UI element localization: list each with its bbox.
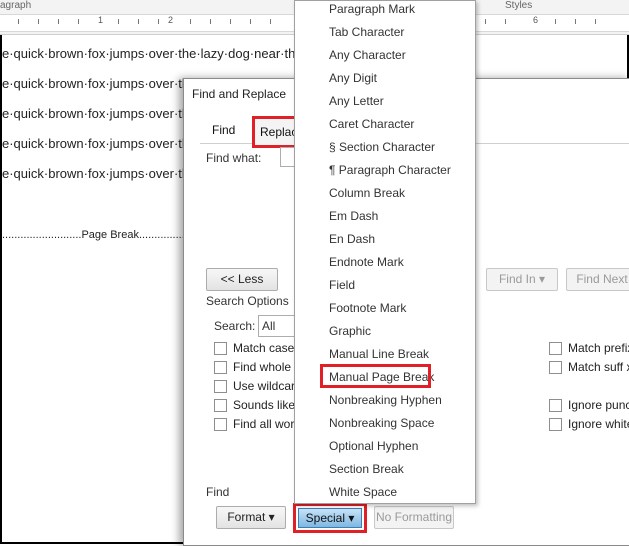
menu-item-nonbreaking-hyphen[interactable]: Nonbreaking Hyphen xyxy=(329,393,442,407)
ruler-tick xyxy=(158,19,159,24)
option-label: Match prefix xyxy=(568,341,629,355)
document-line: e·quick·brown·fox·jumps·over·th xyxy=(2,76,190,91)
search-direction-label: Search: xyxy=(214,319,256,333)
ruler-tick xyxy=(505,19,506,24)
option-ignore-whitespace[interactable]: Ignore white xyxy=(549,417,629,432)
menu-item-any-digit[interactable]: Any Digit xyxy=(329,71,377,85)
checkbox[interactable] xyxy=(214,361,227,375)
ruler-tick xyxy=(250,19,251,24)
option-sounds-like[interactable]: Sounds like ( xyxy=(214,398,303,413)
menu-item-en-dash[interactable]: En Dash xyxy=(329,232,375,246)
document-line: e·quick·brown·fox·jumps·over·th xyxy=(2,136,190,151)
option-ignore-punctuation[interactable]: Ignore punc xyxy=(549,398,629,413)
option-label: Ignore punc xyxy=(568,398,629,412)
option-match-case[interactable]: Match case xyxy=(214,341,295,356)
option-find-whole-words[interactable]: Find whole v xyxy=(214,360,301,375)
option-find-all-word-forms[interactable]: Find all word xyxy=(214,417,302,432)
no-formatting-button[interactable]: No Formatting xyxy=(374,506,454,529)
ruler-number: 2 xyxy=(168,15,174,25)
find-in-button[interactable]: Find In ▾ xyxy=(486,268,558,291)
ruler-tick xyxy=(270,19,271,24)
ruler-tick xyxy=(595,19,596,24)
search-options-label: Search Options xyxy=(206,294,289,308)
ruler-tick xyxy=(118,19,119,24)
menu-item-paragraph-mark[interactable]: Paragraph Mark xyxy=(329,2,415,16)
ruler-tick xyxy=(78,19,79,24)
menu-item-paragraph-character[interactable]: ¶ Paragraph Character xyxy=(329,163,451,177)
ribbon-group-paragraph-label: agraph xyxy=(0,0,32,11)
search-direction-select[interactable]: All xyxy=(258,315,299,337)
menu-item-footnote-mark[interactable]: Footnote Mark xyxy=(329,301,406,315)
option-match-suffix[interactable]: Match suff x xyxy=(549,360,629,375)
checkbox[interactable] xyxy=(549,342,562,356)
ruler-tick xyxy=(38,19,39,24)
option-match-prefix[interactable]: Match prefix xyxy=(549,341,629,356)
ruler-tick xyxy=(18,19,19,24)
checkbox[interactable] xyxy=(549,399,562,413)
find-next-button[interactable]: Find Next xyxy=(566,268,629,291)
option-label: Ignore white xyxy=(568,417,629,431)
option-label: Sounds like ( xyxy=(233,398,303,412)
menu-item-nonbreaking-space[interactable]: Nonbreaking Space xyxy=(329,416,434,430)
find-what-label: Find what: xyxy=(206,151,262,165)
menu-item-any-character[interactable]: Any Character xyxy=(329,48,406,62)
menu-item-column-break[interactable]: Column Break xyxy=(329,186,405,200)
ruler-tick xyxy=(58,19,59,24)
menu-item-any-letter[interactable]: Any Letter xyxy=(329,94,384,108)
ruler-tick xyxy=(210,19,211,24)
tab-find[interactable]: Find xyxy=(212,123,235,137)
ruler-tick xyxy=(230,19,231,24)
ruler-tick xyxy=(575,19,576,24)
menu-item-caret-character[interactable]: Caret Character xyxy=(329,117,414,131)
option-label: Match suff x xyxy=(568,360,629,374)
option-use-wildcards[interactable]: Use wildcard xyxy=(214,379,302,394)
document-line: e·quick·brown·fox·jumps·over·th xyxy=(2,106,190,121)
checkbox[interactable] xyxy=(549,361,562,375)
option-label: Find whole v xyxy=(233,360,301,374)
document-line: e·quick·brown·fox·jumps·over·the·lazy·do… xyxy=(2,46,303,61)
ruler-tick xyxy=(555,19,556,24)
checkbox[interactable] xyxy=(214,342,227,356)
option-label: Match case xyxy=(233,341,295,355)
ruler-number: 6 xyxy=(533,15,539,25)
ruler-number: 1 xyxy=(98,15,104,25)
manual-page-break-highlight xyxy=(320,364,431,388)
menu-item-section-break[interactable]: Section Break xyxy=(329,462,404,476)
ruler-tick xyxy=(190,19,191,24)
less-button[interactable]: << Less xyxy=(206,268,278,291)
special-button-highlight: Special ▾ xyxy=(293,503,367,533)
menu-item-em-dash[interactable]: Em Dash xyxy=(329,209,378,223)
format-button[interactable]: Format ▾ xyxy=(216,506,286,529)
ruler-tick xyxy=(485,19,486,24)
ruler-tick xyxy=(138,19,139,24)
menu-item-section-character[interactable]: § Section Character xyxy=(329,140,435,154)
dialog-title: Find and Replace xyxy=(192,87,287,101)
menu-item-graphic[interactable]: Graphic xyxy=(329,324,371,338)
menu-item-white-space[interactable]: White Space xyxy=(329,485,397,499)
checkbox[interactable] xyxy=(214,418,227,432)
option-label: Find all word xyxy=(233,417,302,431)
checkbox[interactable] xyxy=(214,399,227,413)
menu-item-field[interactable]: Field xyxy=(329,278,355,292)
checkbox[interactable] xyxy=(549,418,562,432)
special-button[interactable]: Special ▾ xyxy=(298,508,362,528)
option-label: Use wildcard xyxy=(233,379,302,393)
menu-item-optional-hyphen[interactable]: Optional Hyphen xyxy=(329,439,418,453)
checkbox[interactable] xyxy=(214,380,227,394)
menu-item-manual-line-break[interactable]: Manual Line Break xyxy=(329,347,429,361)
document-line: e·quick·brown·fox·jumps·over·th xyxy=(2,166,190,181)
menu-item-endnote-mark[interactable]: Endnote Mark xyxy=(329,255,404,269)
menu-item-tab-character[interactable]: Tab Character xyxy=(329,25,404,39)
ribbon-group-styles-label: Styles xyxy=(505,0,533,11)
find-section-label: Find xyxy=(206,485,230,499)
special-dropdown-menu: Paragraph Mark Tab Character Any Charact… xyxy=(294,0,476,504)
